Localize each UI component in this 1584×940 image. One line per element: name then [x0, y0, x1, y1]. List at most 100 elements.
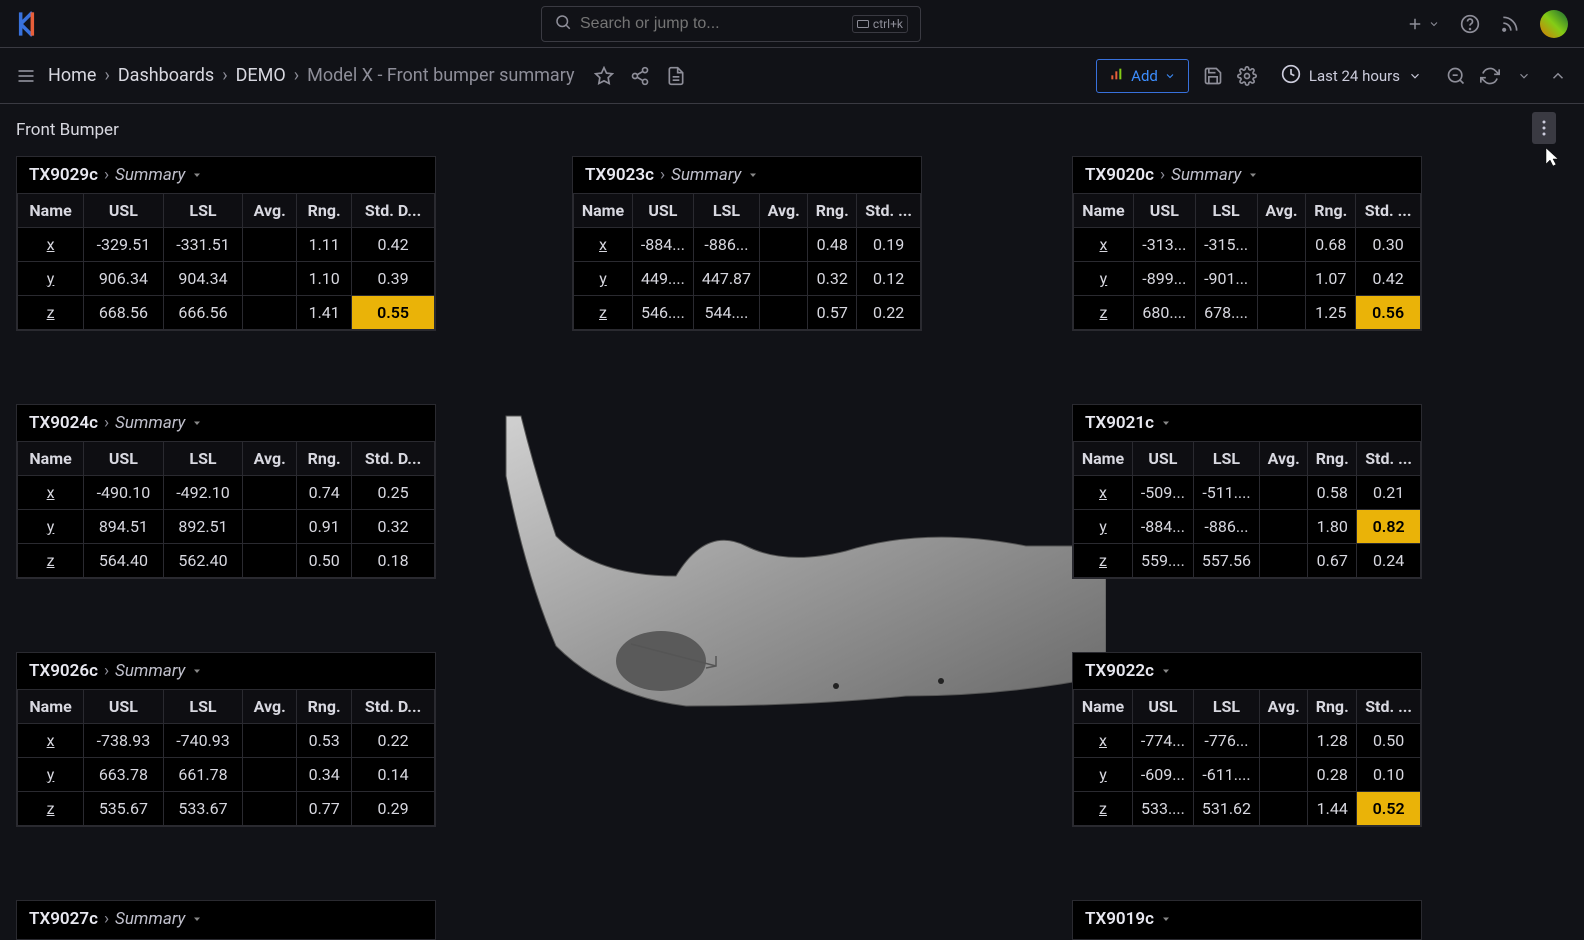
row-title[interactable]: Front Bumper [16, 120, 1568, 140]
add-new-button[interactable] [1406, 15, 1440, 33]
panel-menu-button[interactable] [1532, 112, 1556, 144]
user-avatar[interactable] [1540, 10, 1568, 38]
column-header[interactable]: Std. D... [352, 442, 435, 476]
panel-header[interactable]: TX9024c› Summary [17, 405, 435, 441]
column-header[interactable]: Std. D... [352, 690, 435, 724]
bumper-3d-view[interactable] [486, 396, 1106, 816]
table-row[interactable]: z 564.40 562.40 0.50 0.18 [18, 544, 435, 578]
panel-tx9020c[interactable]: TX9020c› Summary NameUSLLSLAvg.Rng.Std. … [1072, 156, 1422, 331]
panel-tx9026c[interactable]: TX9026c› Summary NameUSLLSLAvg.Rng.Std. … [16, 652, 436, 827]
column-header[interactable]: USL [1133, 690, 1194, 724]
add-button[interactable]: Add [1096, 59, 1189, 93]
panel-tx9027c[interactable]: TX9027c› Summary [16, 900, 436, 940]
column-header[interactable]: USL [1133, 442, 1194, 476]
help-icon[interactable] [1460, 14, 1480, 34]
panel-tx9019c[interactable]: TX9019c [1072, 900, 1422, 940]
column-header[interactable]: USL [84, 194, 164, 228]
column-header[interactable]: Rng. [1308, 690, 1357, 724]
column-header[interactable]: LSL [163, 194, 243, 228]
column-header[interactable]: Name [18, 442, 84, 476]
table-row[interactable]: z 668.56 666.56 1.41 0.55 [18, 296, 435, 330]
table-row[interactable]: x -884... -886... 0.48 0.19 [574, 228, 921, 262]
column-header[interactable]: Std. ... [1357, 690, 1421, 724]
panel-header[interactable]: TX9029c› Summary [17, 157, 435, 193]
column-header[interactable]: Avg. [243, 690, 297, 724]
column-header[interactable]: LSL [693, 194, 759, 228]
table-row[interactable]: z 535.67 533.67 0.77 0.29 [18, 792, 435, 826]
table-row[interactable]: z 680.... 678.... 1.25 0.56 [1074, 296, 1421, 330]
time-range-picker[interactable]: Last 24 hours [1271, 58, 1432, 94]
column-header[interactable]: Avg. [1260, 442, 1308, 476]
column-header[interactable]: Std. ... [1357, 442, 1421, 476]
crumb-home[interactable]: Home [48, 65, 96, 86]
zoom-out-icon[interactable] [1446, 66, 1466, 86]
column-header[interactable]: Rng. [808, 194, 857, 228]
column-header[interactable]: Name [18, 690, 84, 724]
column-header[interactable]: Name [1074, 442, 1133, 476]
column-header[interactable]: LSL [163, 442, 243, 476]
table-row[interactable]: x -738.93 -740.93 0.53 0.22 [18, 724, 435, 758]
panel-tx9029c[interactable]: TX9029c› Summary NameUSLLSLAvg.Rng.Std. … [16, 156, 436, 331]
table-row[interactable]: x -509... -511.... 0.58 0.21 [1074, 476, 1421, 510]
panel-header[interactable]: TX9020c› Summary [1073, 157, 1421, 193]
table-row[interactable]: z 546.... 544.... 0.57 0.22 [574, 296, 921, 330]
app-logo[interactable] [16, 10, 44, 38]
table-row[interactable]: y -899... -901... 1.07 0.42 [1074, 262, 1421, 296]
table-row[interactable]: x -490.10 -492.10 0.74 0.25 [18, 476, 435, 510]
panel-header[interactable]: TX9027c› Summary [17, 901, 435, 937]
table-row[interactable]: y 894.51 892.51 0.91 0.32 [18, 510, 435, 544]
table-row[interactable]: y 663.78 661.78 0.34 0.14 [18, 758, 435, 792]
star-icon[interactable] [594, 66, 614, 86]
table-row[interactable]: x -313... -315... 0.68 0.30 [1074, 228, 1421, 262]
column-header[interactable]: LSL [163, 690, 243, 724]
crumb-dashboards[interactable]: Dashboards [118, 65, 214, 86]
column-header[interactable]: Name [574, 194, 633, 228]
panel-header[interactable]: TX9022c [1073, 653, 1421, 689]
panel-header[interactable]: TX9026c› Summary [17, 653, 435, 689]
column-header[interactable]: LSL [1195, 194, 1257, 228]
table-row[interactable]: y -884... -886... 1.80 0.82 [1074, 510, 1421, 544]
table-row[interactable]: z 533.... 531.62 1.44 0.52 [1074, 792, 1421, 826]
search-input[interactable] [580, 15, 844, 33]
collapse-icon[interactable] [1548, 66, 1568, 86]
column-header[interactable]: Avg. [243, 442, 297, 476]
column-header[interactable]: Name [1074, 194, 1134, 228]
table-row[interactable]: z 559.... 557.56 0.67 0.24 [1074, 544, 1421, 578]
panel-header[interactable]: TX9021c [1073, 405, 1421, 441]
column-header[interactable]: Rng. [297, 194, 352, 228]
settings-icon[interactable] [1237, 66, 1257, 86]
column-header[interactable]: Avg. [1257, 194, 1306, 228]
save-icon[interactable] [1203, 66, 1223, 86]
refresh-dropdown[interactable] [1514, 66, 1534, 86]
table-row[interactable]: y -609... -611.... 0.28 0.10 [1074, 758, 1421, 792]
menu-toggle-icon[interactable] [16, 66, 36, 86]
column-header[interactable]: Std. ... [1356, 194, 1421, 228]
column-header[interactable]: USL [1133, 194, 1195, 228]
share-icon[interactable] [630, 66, 650, 86]
panel-tx9024c[interactable]: TX9024c› Summary NameUSLLSLAvg.Rng.Std. … [16, 404, 436, 579]
global-search[interactable]: ctrl+k [541, 6, 921, 42]
column-header[interactable]: Rng. [1308, 442, 1357, 476]
column-header[interactable]: Avg. [760, 194, 808, 228]
panel-tx9022c[interactable]: TX9022c NameUSLLSLAvg.Rng.Std. ... x -77… [1072, 652, 1422, 827]
column-header[interactable]: Rng. [1306, 194, 1356, 228]
column-header[interactable]: USL [633, 194, 694, 228]
column-header[interactable]: LSL [1193, 442, 1259, 476]
column-header[interactable]: Name [18, 194, 84, 228]
refresh-icon[interactable] [1480, 66, 1500, 86]
column-header[interactable]: Rng. [297, 442, 352, 476]
table-row[interactable]: y 906.34 904.34 1.10 0.39 [18, 262, 435, 296]
panel-tx9023c[interactable]: TX9023c› Summary NameUSLLSLAvg.Rng.Std. … [572, 156, 922, 331]
column-header[interactable]: LSL [1193, 690, 1259, 724]
table-row[interactable]: y 449.... 447.87 0.32 0.12 [574, 262, 921, 296]
rss-icon[interactable] [1500, 14, 1520, 34]
panel-tx9021c[interactable]: TX9021c NameUSLLSLAvg.Rng.Std. ... x -50… [1072, 404, 1422, 579]
table-row[interactable]: x -329.51 -331.51 1.11 0.42 [18, 228, 435, 262]
column-header[interactable]: Avg. [243, 194, 297, 228]
column-header[interactable]: USL [84, 690, 164, 724]
column-header[interactable]: Name [1074, 690, 1133, 724]
panel-header[interactable]: TX9019c [1073, 901, 1421, 937]
column-header[interactable]: Std. D... [352, 194, 435, 228]
crumb-demo[interactable]: DEMO [236, 65, 286, 86]
column-header[interactable]: Std. ... [857, 194, 921, 228]
